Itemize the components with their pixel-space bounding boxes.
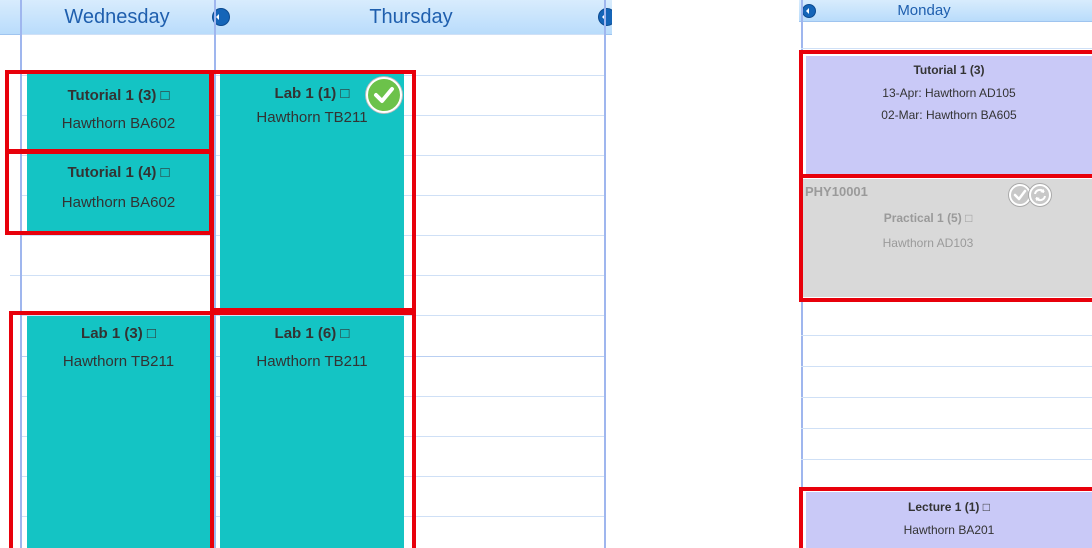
highlight-box [9,311,214,548]
right-calendar: Monday Tutorial 1 (3) 13-Apr: Hawthorn A… [799,0,1092,548]
day-header-wednesday[interactable]: Wednesday [20,0,214,34]
grid-line [20,34,606,35]
highlight-box [799,174,1092,302]
grid-line [801,459,1092,460]
nav-prev-icon[interactable] [802,4,816,18]
highlight-box [210,70,416,312]
highlight-box [799,50,1092,178]
highlight-box [799,487,1092,548]
grid-line [801,366,1092,367]
column-divider [604,0,606,548]
grid-line [801,335,1092,336]
grid-line [801,428,1092,429]
day-header-monday[interactable]: Monday [799,0,1049,21]
left-calendar-header: Wednesday Thursday [0,0,612,35]
day-header-thursday[interactable]: Thursday [216,0,606,34]
grid-line [801,48,1092,49]
left-calendar: Wednesday Thursday Tutorial 1 (3) □ Hawt… [0,0,612,548]
grid-line [801,397,1092,398]
highlight-box [5,70,213,153]
right-calendar-header: Monday [799,0,1092,22]
highlight-box [210,311,416,548]
highlight-box [5,150,213,235]
